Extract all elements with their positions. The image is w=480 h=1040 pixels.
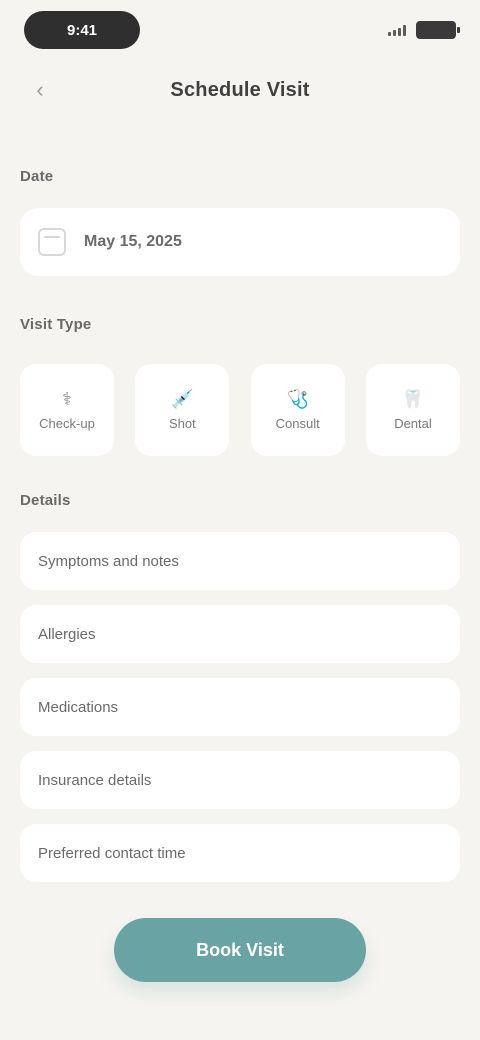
page-title: Schedule Visit [170, 78, 310, 101]
details-item-medications[interactable]: Medications [20, 678, 460, 736]
details-item-label: Symptoms and notes [38, 552, 179, 570]
visit-option-label: Dental [394, 415, 432, 431]
book-visit-button[interactable]: Book Visit [114, 918, 366, 982]
date-input[interactable]: May 15, 2025 [20, 208, 460, 276]
visit-option-label: Check-up [39, 415, 95, 431]
stethoscope-icon: 🩺 [286, 388, 309, 409]
details-section-label: Details [20, 492, 71, 509]
details-item-label: Allergies [38, 625, 96, 643]
visit-option-dental[interactable]: 🦷 Dental [365, 364, 460, 456]
status-icons [388, 21, 460, 39]
visit-option-label: Shot [168, 415, 196, 431]
details-item-symptoms[interactable]: Symptoms and notes [20, 532, 460, 590]
details-item-allergies[interactable]: Allergies [20, 605, 460, 663]
details-item-label: Insurance details [38, 771, 152, 789]
book-visit-button-label: Book Visit [196, 939, 284, 960]
visit-option-consult[interactable]: 🩺 Consult [250, 364, 345, 456]
visit-type-section-label: Visit Type [20, 316, 92, 333]
visit-option-shot[interactable]: 💉 Shot [135, 364, 230, 456]
visit-option-checkup[interactable]: ⚕ Check-up [20, 364, 114, 456]
visit-scheduling-screen: 9:41 ‹ Schedule Visit Date May 15, 2025 … [0, 0, 480, 1040]
checkup-icon: ⚕ [62, 388, 72, 409]
details-item-insurance[interactable]: Insurance details [20, 751, 460, 809]
status-time: 9:41 [66, 21, 98, 39]
tooth-icon: 🦷 [401, 388, 425, 409]
visit-type-options: ⚕ Check-up 💉 Shot 🩺 Consult 🦷 Dental [20, 364, 460, 456]
details-item-contact-time[interactable]: Preferred contact time [20, 824, 460, 882]
details-item-label: Medications [38, 698, 119, 716]
battery-icon [416, 21, 460, 39]
header: ‹ Schedule Visit [0, 68, 480, 112]
date-value: May 15, 2025 [84, 233, 182, 250]
signal-icon [388, 24, 406, 36]
visit-option-label: Consult [275, 415, 320, 431]
date-section-label: Date [20, 168, 54, 185]
status-bar: 9:41 [24, 10, 460, 50]
back-button[interactable]: ‹ [24, 74, 56, 106]
chevron-left-icon: ‹ [36, 77, 44, 102]
calendar-icon [38, 228, 66, 256]
details-item-label: Preferred contact time [38, 844, 186, 862]
details-list: Symptoms and notes Allergies Medications… [20, 532, 460, 897]
syringe-icon: 💉 [171, 388, 194, 409]
time-pill: 9:41 [24, 11, 140, 49]
